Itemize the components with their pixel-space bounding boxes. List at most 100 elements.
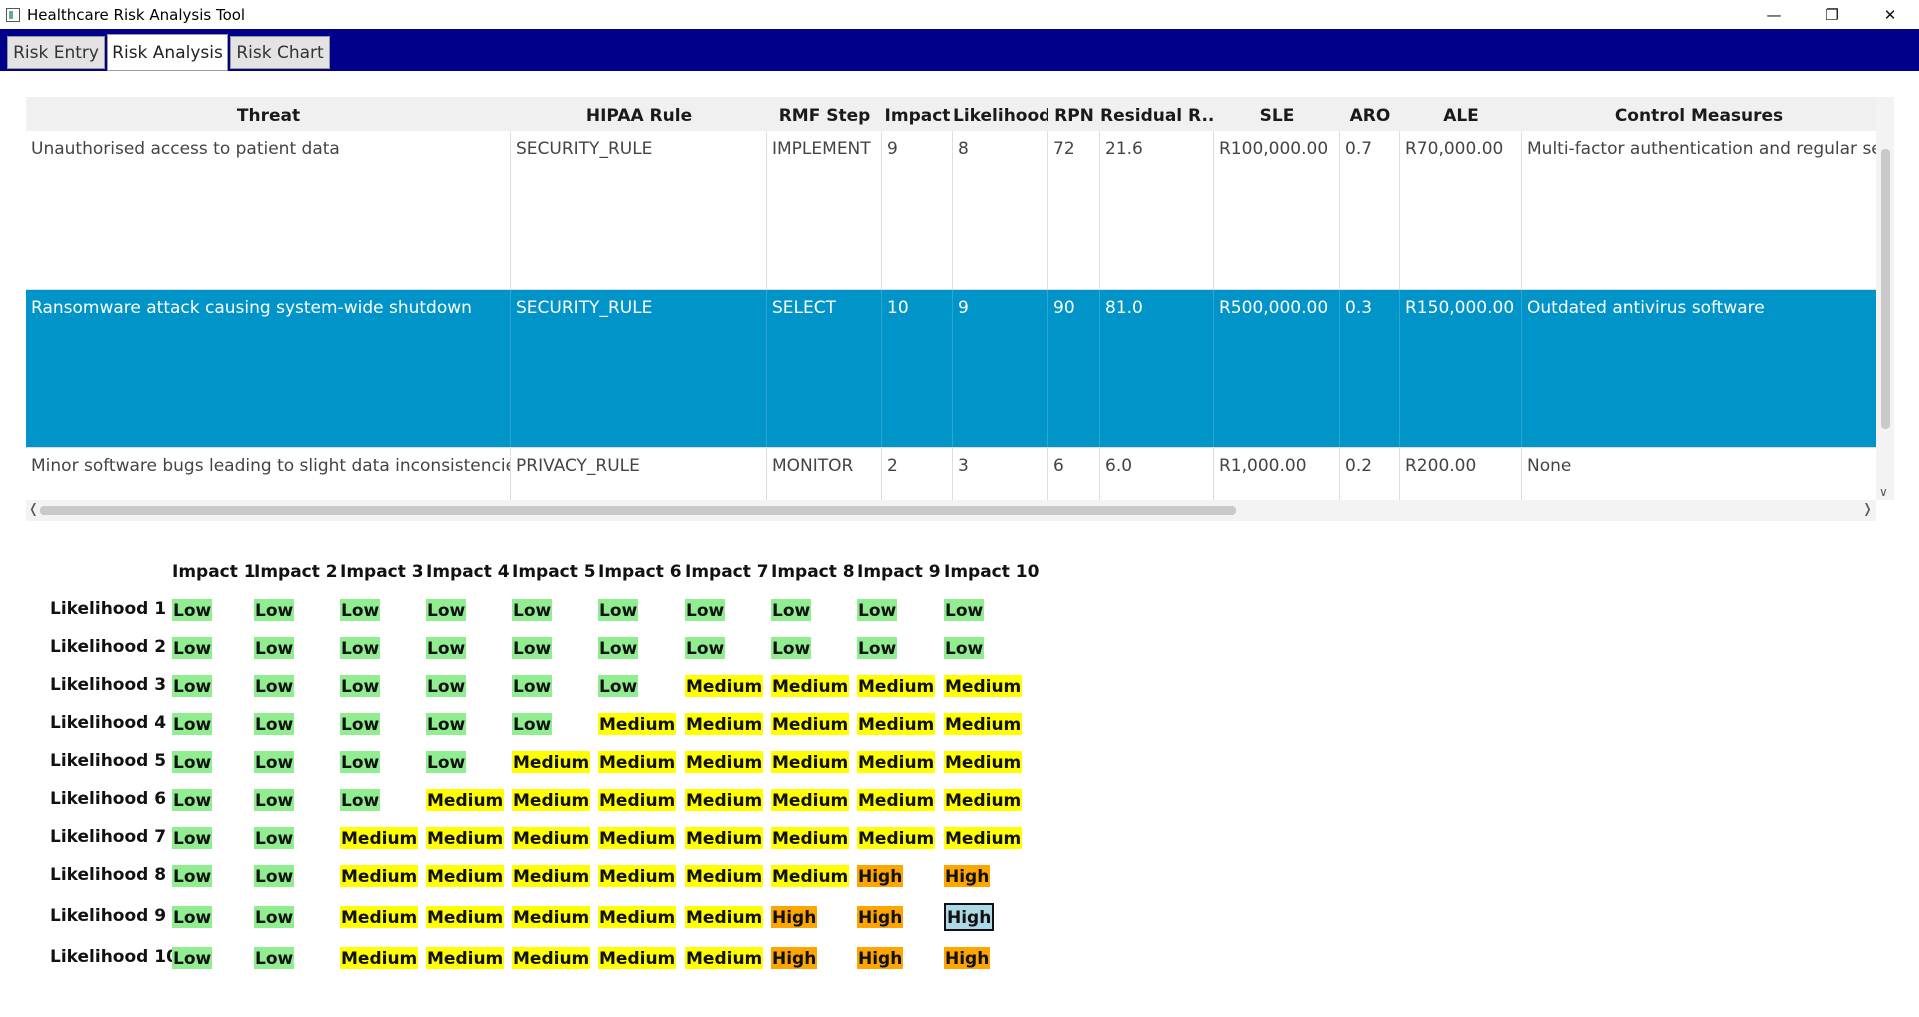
matrix-cell[interactable]: Medium bbox=[771, 713, 850, 735]
table-row[interactable]: Unauthorised access to patient data SECU… bbox=[26, 131, 1876, 289]
matrix-cell[interactable]: Low bbox=[254, 675, 295, 697]
column-header-hipaa-rule[interactable]: HIPAA Rule bbox=[511, 97, 767, 131]
matrix-cell[interactable]: Low bbox=[340, 637, 381, 659]
matrix-cell[interactable]: Low bbox=[254, 906, 295, 928]
matrix-cell[interactable]: Medium bbox=[598, 789, 677, 811]
matrix-cell[interactable]: Medium bbox=[598, 751, 677, 773]
matrix-cell[interactable]: Low bbox=[254, 751, 295, 773]
matrix-cell[interactable]: Medium bbox=[598, 906, 677, 928]
matrix-cell[interactable]: High bbox=[944, 865, 991, 887]
column-header-ale[interactable]: ALE bbox=[1400, 97, 1522, 131]
matrix-cell[interactable]: Medium bbox=[426, 947, 505, 969]
matrix-cell[interactable]: Low bbox=[172, 827, 213, 849]
matrix-cell[interactable]: Medium bbox=[598, 947, 677, 969]
matrix-cell[interactable]: Low bbox=[426, 751, 467, 773]
column-header-sle[interactable]: SLE bbox=[1214, 97, 1340, 131]
close-button[interactable]: ✕ bbox=[1861, 0, 1919, 29]
column-header-threat[interactable]: Threat bbox=[26, 97, 511, 131]
column-header-residual-risk[interactable]: Residual R... bbox=[1100, 97, 1214, 131]
matrix-cell[interactable]: Medium bbox=[426, 865, 505, 887]
column-header-rmf-step[interactable]: RMF Step bbox=[767, 97, 882, 131]
matrix-cell[interactable]: Low bbox=[598, 675, 639, 697]
matrix-cell[interactable]: Medium bbox=[944, 675, 1023, 697]
matrix-cell[interactable]: Medium bbox=[771, 827, 850, 849]
matrix-cell[interactable]: Medium bbox=[598, 827, 677, 849]
matrix-cell[interactable]: Medium bbox=[512, 947, 591, 969]
matrix-cell[interactable]: Low bbox=[254, 637, 295, 659]
matrix-cell[interactable]: Low bbox=[340, 675, 381, 697]
matrix-cell[interactable]: Low bbox=[172, 599, 213, 621]
matrix-cell[interactable]: Low bbox=[426, 599, 467, 621]
matrix-cell[interactable]: Medium bbox=[512, 751, 591, 773]
scroll-down-icon[interactable]: ∨ bbox=[1879, 485, 1888, 499]
matrix-cell[interactable]: Medium bbox=[598, 865, 677, 887]
matrix-cell[interactable]: Medium bbox=[771, 751, 850, 773]
matrix-cell[interactable]: Low bbox=[340, 751, 381, 773]
horizontal-scroll-thumb[interactable] bbox=[40, 506, 1236, 515]
matrix-cell[interactable]: Low bbox=[685, 637, 726, 659]
matrix-cell[interactable]: Low bbox=[172, 675, 213, 697]
matrix-cell[interactable]: Medium bbox=[340, 947, 419, 969]
matrix-cell[interactable]: Medium bbox=[512, 865, 591, 887]
tab-risk-chart[interactable]: Risk Chart bbox=[230, 36, 330, 69]
matrix-cell[interactable]: Medium bbox=[340, 906, 419, 928]
matrix-cell[interactable]: Medium bbox=[426, 789, 505, 811]
matrix-cell[interactable]: Low bbox=[254, 713, 295, 735]
matrix-cell[interactable]: High bbox=[771, 906, 818, 928]
matrix-cell[interactable]: Medium bbox=[944, 713, 1023, 735]
matrix-cell[interactable]: Medium bbox=[685, 947, 764, 969]
matrix-cell[interactable]: Medium bbox=[512, 789, 591, 811]
matrix-cell[interactable]: Medium bbox=[685, 713, 764, 735]
matrix-cell[interactable]: Low bbox=[512, 637, 553, 659]
matrix-cell[interactable]: Medium bbox=[426, 906, 505, 928]
matrix-cell[interactable]: Low bbox=[944, 599, 985, 621]
matrix-cell[interactable]: Low bbox=[172, 713, 213, 735]
matrix-cell[interactable]: Low bbox=[771, 599, 812, 621]
matrix-cell[interactable]: Medium bbox=[598, 713, 677, 735]
scroll-left-icon[interactable]: ❬ bbox=[28, 502, 39, 517]
matrix-cell[interactable]: Low bbox=[340, 713, 381, 735]
matrix-cell[interactable]: Low bbox=[172, 947, 213, 969]
matrix-cell[interactable]: Medium bbox=[340, 827, 419, 849]
scroll-right-icon[interactable]: ❭ bbox=[1862, 502, 1873, 517]
matrix-cell[interactable]: Medium bbox=[857, 713, 936, 735]
horizontal-scrollbar[interactable]: ❬ ❭ bbox=[26, 500, 1876, 521]
column-header-rpn[interactable]: RPN bbox=[1048, 97, 1100, 131]
matrix-cell[interactable]: Medium bbox=[944, 751, 1023, 773]
column-header-aro[interactable]: ARO bbox=[1340, 97, 1400, 131]
matrix-cell[interactable]: Medium bbox=[944, 789, 1023, 811]
matrix-cell[interactable]: Medium bbox=[685, 675, 764, 697]
matrix-cell[interactable]: Low bbox=[340, 789, 381, 811]
vertical-scrollbar[interactable]: ∨ bbox=[1876, 97, 1894, 500]
restore-button[interactable]: ❐ bbox=[1803, 0, 1861, 29]
matrix-cell[interactable]: Low bbox=[254, 827, 295, 849]
vertical-scroll-thumb[interactable] bbox=[1881, 149, 1890, 429]
matrix-cell[interactable]: Low bbox=[512, 713, 553, 735]
table-row-selected[interactable]: Ransomware attack causing system-wide sh… bbox=[26, 290, 1876, 447]
matrix-cell[interactable]: Low bbox=[254, 599, 295, 621]
matrix-cell[interactable]: Medium bbox=[857, 827, 936, 849]
tab-risk-analysis[interactable]: Risk Analysis bbox=[107, 34, 228, 71]
matrix-cell[interactable]: High bbox=[857, 947, 904, 969]
matrix-cell[interactable]: Medium bbox=[685, 906, 764, 928]
matrix-cell[interactable]: Low bbox=[254, 947, 295, 969]
matrix-cell[interactable]: Medium bbox=[685, 827, 764, 849]
matrix-cell[interactable]: Low bbox=[254, 865, 295, 887]
tab-risk-entry[interactable]: Risk Entry bbox=[7, 36, 105, 69]
column-header-impact[interactable]: Impact bbox=[882, 97, 953, 131]
matrix-cell[interactable]: Low bbox=[857, 637, 898, 659]
matrix-cell[interactable]: High bbox=[857, 865, 904, 887]
matrix-cell[interactable]: Medium bbox=[771, 865, 850, 887]
matrix-cell[interactable]: Medium bbox=[771, 675, 850, 697]
matrix-cell[interactable]: Medium bbox=[857, 675, 936, 697]
matrix-cell[interactable]: Low bbox=[771, 637, 812, 659]
matrix-cell[interactable]: Medium bbox=[857, 789, 936, 811]
matrix-cell[interactable]: Medium bbox=[685, 865, 764, 887]
matrix-cell[interactable]: Low bbox=[598, 599, 639, 621]
matrix-cell[interactable]: Medium bbox=[685, 789, 764, 811]
matrix-cell[interactable]: High bbox=[771, 947, 818, 969]
matrix-cell-selected[interactable]: High bbox=[944, 903, 995, 931]
matrix-cell[interactable]: Low bbox=[426, 675, 467, 697]
matrix-cell[interactable]: Low bbox=[172, 789, 213, 811]
minimize-button[interactable]: — bbox=[1745, 0, 1803, 29]
